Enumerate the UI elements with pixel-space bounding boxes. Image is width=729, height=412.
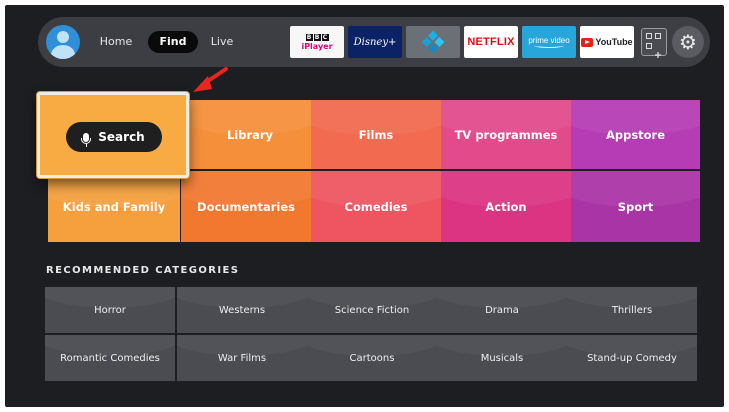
recommended-label: Drama — [485, 304, 519, 316]
top-navigation-bar: Home Find Live BBC iPlayer Disney+ NETFL… — [38, 17, 710, 67]
recommended-tile[interactable]: Thrillers — [567, 287, 697, 333]
category-tile-kids-and-family[interactable]: Kids and Family — [48, 171, 180, 242]
category-tile-library[interactable]: Library — [189, 100, 311, 169]
apps-grid-icon[interactable] — [641, 28, 667, 58]
recommended-tile[interactable]: Drama — [437, 287, 567, 333]
recommended-label: Science Fiction — [334, 304, 410, 316]
recommended-tile[interactable]: Horror — [45, 287, 175, 333]
category-tile-action[interactable]: Action — [441, 171, 571, 242]
category-label: Films — [358, 127, 394, 142]
category-tile-films[interactable]: Films — [311, 100, 441, 169]
category-tile-sport[interactable]: Sport — [571, 171, 700, 242]
bbc-iplayer-app[interactable]: BBC iPlayer — [290, 26, 344, 58]
youtube-play-icon — [581, 37, 594, 47]
recommended-tile[interactable]: Science Fiction — [307, 287, 437, 333]
recommended-tile[interactable]: Musicals — [437, 335, 567, 381]
section-title-recommended: RECOMMENDED CATEGORIES — [46, 265, 240, 276]
netflix-label: NETFLIX — [467, 36, 515, 48]
kodi-icon — [421, 30, 445, 54]
prime-video-app[interactable]: prime video — [522, 26, 576, 58]
recommended-label: Musicals — [480, 352, 524, 364]
red-arrow-annotation — [193, 67, 228, 92]
category-tile-appstore[interactable]: Appstore — [571, 100, 700, 169]
gear-icon[interactable]: ⚙ — [672, 26, 704, 58]
recommended-label: Westerns — [218, 304, 266, 316]
search-label: Search — [98, 130, 145, 144]
microphone-icon — [81, 132, 92, 147]
youtube-app[interactable]: YouTube — [580, 26, 634, 58]
youtube-label: YouTube — [595, 37, 633, 47]
tab-live[interactable]: Live — [202, 31, 242, 53]
recommended-label: Stand-up Comedy — [587, 352, 677, 364]
disney-plus-label: Disney+ — [353, 36, 397, 48]
category-label: Appstore — [605, 127, 666, 142]
tab-home[interactable]: Home — [96, 31, 136, 53]
category-label: TV programmes — [454, 127, 558, 142]
recommended-label: Cartoons — [349, 352, 395, 364]
recommended-tile[interactable]: War Films — [177, 335, 307, 381]
tab-find[interactable]: Find — [148, 31, 198, 53]
recommended-label: Romantic Comedies — [60, 352, 160, 364]
recommended-tile[interactable]: Cartoons — [307, 335, 437, 381]
category-label: Action — [485, 199, 527, 214]
category-tile-documentaries[interactable]: Documentaries — [181, 171, 311, 242]
recommended-label: War Films — [217, 352, 267, 364]
recommended-label: Thrillers — [611, 304, 653, 316]
bbc-iplayer-label: iPlayer — [301, 41, 333, 51]
category-tile-comedies[interactable]: Comedies — [311, 171, 441, 242]
recommended-tile[interactable]: Stand-up Comedy — [567, 335, 697, 381]
recommended-tile[interactable]: Romantic Comedies — [45, 335, 175, 381]
disney-plus-app[interactable]: Disney+ — [348, 26, 402, 58]
recommended-tile[interactable]: Westerns — [177, 287, 307, 333]
avatar-icon[interactable] — [46, 25, 80, 59]
category-label: Comedies — [344, 199, 408, 214]
category-label: Library — [226, 127, 274, 142]
screen: Home Find Live BBC iPlayer Disney+ NETFL… — [5, 5, 724, 407]
search-button[interactable]: Search — [66, 122, 162, 152]
netflix-app[interactable]: NETFLIX — [464, 26, 518, 58]
kodi-app[interactable] — [406, 26, 460, 58]
search-tile[interactable]: Search — [37, 92, 189, 178]
category-label: Kids and Family — [62, 199, 166, 214]
category-tile-tv-programmes[interactable]: TV programmes — [441, 100, 571, 169]
recommended-label: Horror — [94, 304, 126, 316]
category-label: Sport — [617, 199, 654, 214]
category-label: Documentaries — [197, 199, 295, 214]
